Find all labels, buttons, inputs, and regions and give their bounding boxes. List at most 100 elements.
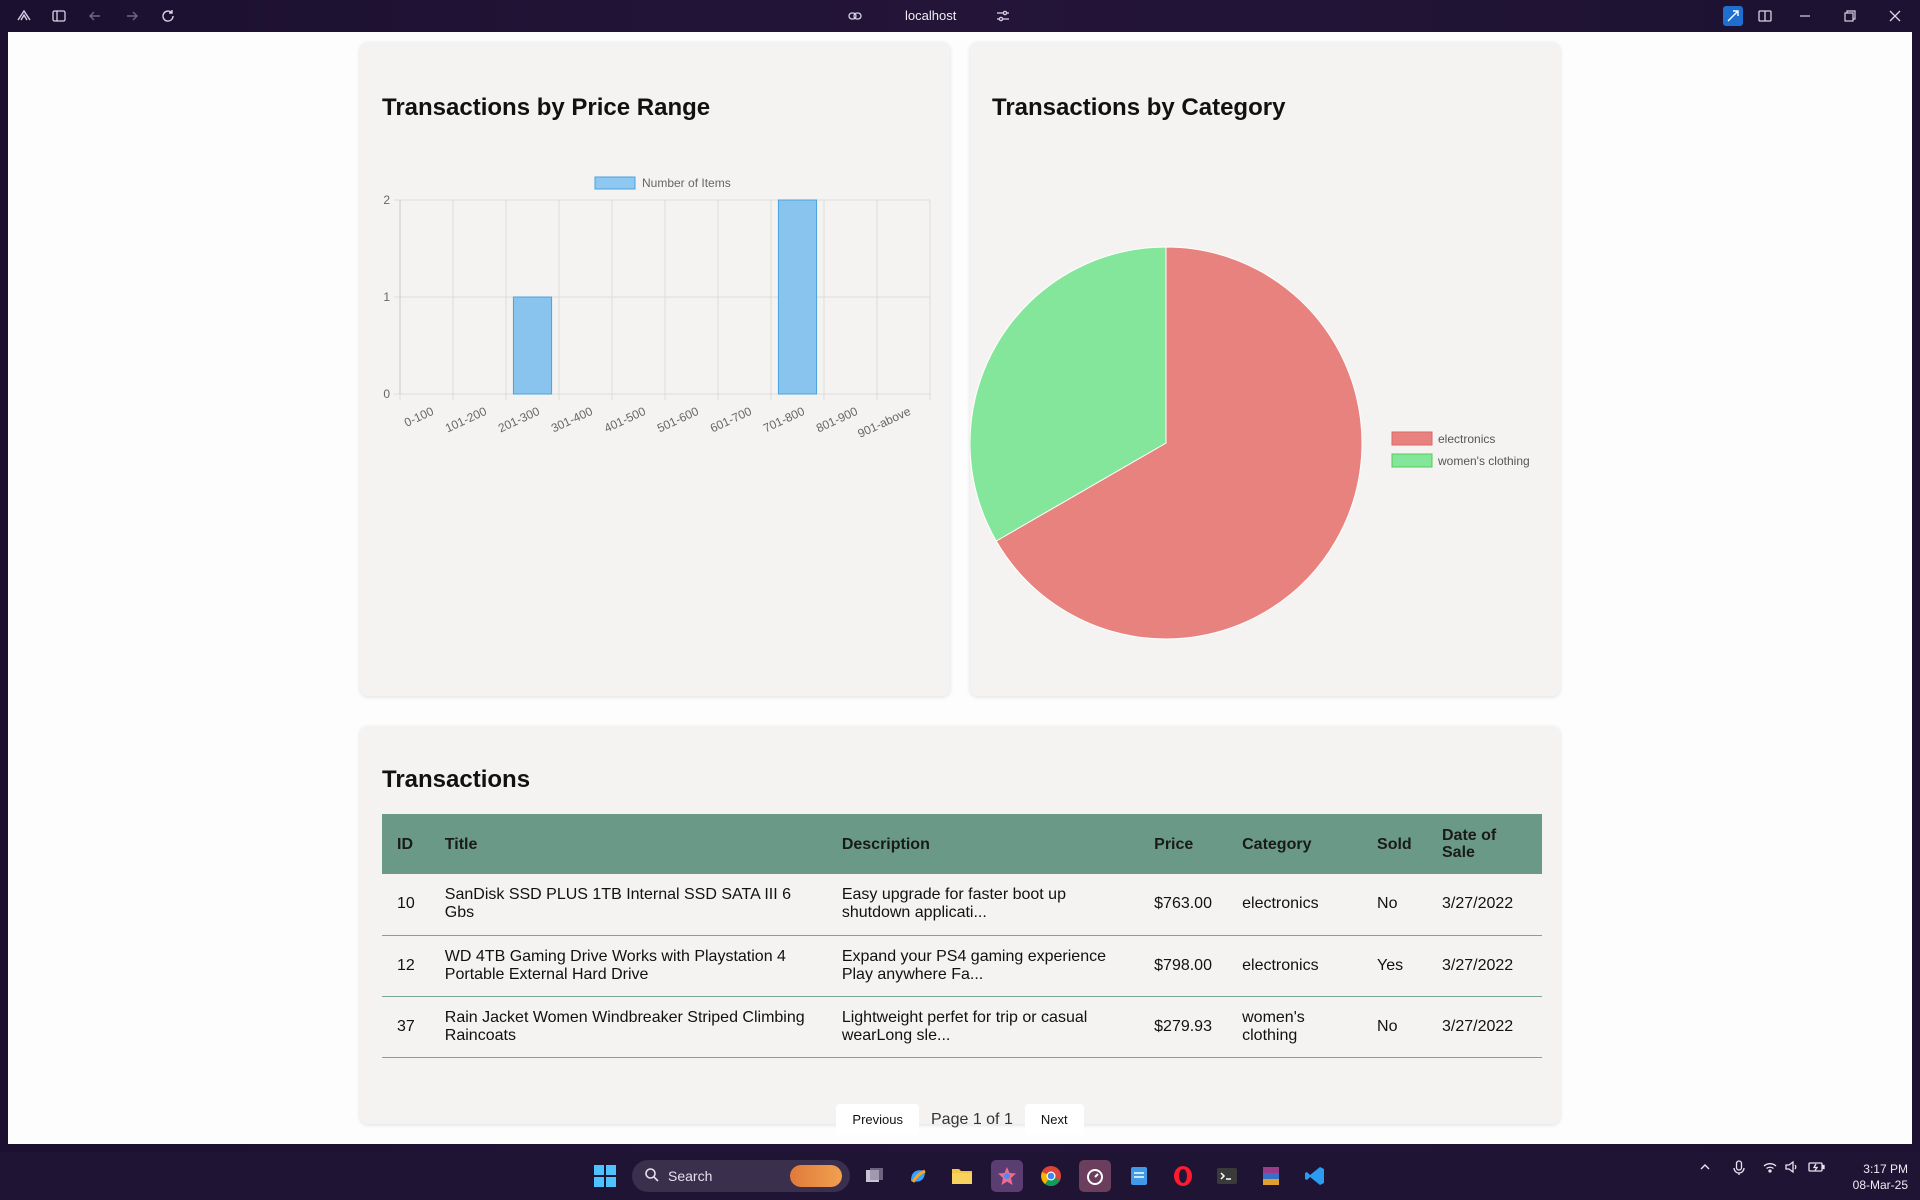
cell-category: women's clothing xyxy=(1227,996,1363,1058)
winrar-icon[interactable] xyxy=(1255,1160,1287,1192)
x-tick-label: 301-400 xyxy=(549,404,595,435)
task-view-icon[interactable] xyxy=(858,1160,890,1192)
browser-logo-icon[interactable] xyxy=(14,6,34,26)
cell-date: 3/27/2022 xyxy=(1427,874,1542,936)
table-row: 10 SanDisk SSD PLUS 1TB Internal SSD SAT… xyxy=(382,874,1542,936)
legend-swatch xyxy=(1391,453,1433,468)
timer-app-icon[interactable] xyxy=(1079,1160,1111,1192)
price-range-chart-card: Transactions by Price Range Number of It… xyxy=(360,42,950,696)
cell-id: 12 xyxy=(382,935,430,997)
transactions-table: ID Title Description Price Category Sold… xyxy=(382,814,1542,1058)
cell-category: electronics xyxy=(1227,874,1363,936)
pagination: Previous Page 1 of 1 Next xyxy=(360,1104,1560,1135)
column-header-price: Price xyxy=(1154,835,1194,853)
column-header-description: Description xyxy=(841,835,930,853)
split-view-icon[interactable] xyxy=(1755,6,1775,26)
copilot-icon[interactable] xyxy=(902,1160,934,1192)
minimize-icon[interactable] xyxy=(1795,6,1815,26)
category-pie-chart: electronics women's clothing xyxy=(970,246,1530,640)
cell-id: 37 xyxy=(382,996,430,1058)
vscode-icon[interactable] xyxy=(1299,1160,1331,1192)
y-tick-label: 1 xyxy=(383,290,390,304)
cell-date: 3/27/2022 xyxy=(1427,996,1542,1058)
chevron-up-icon[interactable] xyxy=(1698,1160,1712,1177)
cell-description: Easy upgrade for faster boot up shutdown… xyxy=(826,874,1140,936)
search-highlight-image xyxy=(790,1165,842,1187)
site-info-icon[interactable] xyxy=(845,6,865,26)
address-bar-url[interactable]: localhost xyxy=(905,8,956,23)
price-range-chart-title: Transactions by Price Range xyxy=(382,94,711,121)
x-tick-label: 201-300 xyxy=(496,404,542,435)
terminal-icon[interactable] xyxy=(1211,1160,1243,1192)
cell-date: 3/27/2022 xyxy=(1427,935,1542,997)
y-tick-label: 2 xyxy=(383,193,390,207)
opera-icon[interactable] xyxy=(1167,1160,1199,1192)
bar xyxy=(512,296,553,395)
microphone-icon[interactable] xyxy=(1732,1160,1746,1179)
cell-price: $279.93 xyxy=(1139,996,1228,1058)
cell-title: Rain Jacket Women Windbreaker Striped Cl… xyxy=(429,996,827,1058)
cell-description: Lightweight perfet for trip or casual we… xyxy=(826,996,1140,1058)
page-settings-icon[interactable] xyxy=(993,6,1013,26)
transactions-title: Transactions xyxy=(382,766,531,793)
category-chart-card: Transactions by Category electronics wome… xyxy=(970,42,1560,696)
file-explorer-icon[interactable] xyxy=(946,1160,978,1192)
x-tick-label: 401-500 xyxy=(602,404,648,435)
x-tick-label: 501-600 xyxy=(655,404,701,435)
reload-icon[interactable] xyxy=(158,6,178,26)
taskbar: Search 3:17 PM 08-Mar-25 xyxy=(0,1152,1920,1200)
table-row: 37 Rain Jacket Women Windbreaker Striped… xyxy=(382,996,1542,1058)
next-page-button[interactable]: Next xyxy=(1024,1104,1084,1135)
legend-label: Number of Items xyxy=(642,176,731,190)
bar xyxy=(777,199,818,395)
x-tick-label: 601-700 xyxy=(708,404,754,435)
search-label: Search xyxy=(668,1168,713,1184)
back-icon[interactable] xyxy=(85,6,105,26)
sidebar-toggle-icon[interactable] xyxy=(49,6,69,26)
browser-app-icon[interactable] xyxy=(991,1160,1023,1192)
cell-sold: Yes xyxy=(1362,935,1427,997)
page-viewport: Transactions by Price Range Number of It… xyxy=(8,32,1912,1144)
chrome-icon[interactable] xyxy=(1035,1160,1067,1192)
cell-sold: No xyxy=(1362,874,1427,936)
cell-title: SanDisk SSD PLUS 1TB Internal SSD SATA I… xyxy=(429,874,827,936)
legend-label: women's clothing xyxy=(1437,454,1530,468)
legend-swatch xyxy=(1391,431,1433,446)
system-clock[interactable]: 3:17 PM 08-Mar-25 xyxy=(1838,1161,1908,1193)
cell-id: 10 xyxy=(382,874,430,936)
cell-title: WD 4TB Gaming Drive Works with Playstati… xyxy=(429,935,827,997)
category-chart-title: Transactions by Category xyxy=(992,94,1286,121)
previous-page-button[interactable]: Previous xyxy=(836,1104,919,1135)
cell-price: $763.00 xyxy=(1139,874,1228,936)
search-icon xyxy=(644,1167,660,1186)
cell-description: Expand your PS4 gaming experience Play a… xyxy=(826,935,1140,997)
x-tick-label: 701-800 xyxy=(761,404,807,435)
forward-icon[interactable] xyxy=(122,6,142,26)
start-menu-icon[interactable] xyxy=(589,1160,621,1192)
wifi-icon[interactable] xyxy=(1762,1160,1778,1177)
battery-icon[interactable] xyxy=(1808,1160,1826,1177)
column-header-category: Category xyxy=(1242,835,1312,853)
cell-price: $798.00 xyxy=(1139,935,1228,997)
browser-titlebar: localhost xyxy=(0,0,1920,32)
y-tick-label: 0 xyxy=(383,387,390,401)
legend-swatch xyxy=(594,176,636,190)
column-header-id: ID xyxy=(397,835,413,853)
cell-sold: No xyxy=(1362,996,1427,1058)
close-icon[interactable] xyxy=(1885,6,1905,26)
extension-icon[interactable] xyxy=(1723,6,1743,26)
x-tick-label: 0-100 xyxy=(402,404,436,430)
restore-icon[interactable] xyxy=(1840,6,1860,26)
volume-icon[interactable] xyxy=(1784,1160,1800,1177)
clock-time: 3:17 PM xyxy=(1863,1162,1908,1176)
column-header-sold: Sold xyxy=(1377,835,1412,853)
column-header-date: Date of Sale xyxy=(1442,827,1497,861)
notepad-icon[interactable] xyxy=(1123,1160,1155,1192)
transactions-card: Transactions ID Title Description Price … xyxy=(360,726,1560,1135)
clock-date: 08-Mar-25 xyxy=(1852,1178,1908,1192)
table-row: 12 WD 4TB Gaming Drive Works with Playst… xyxy=(382,935,1542,997)
table-header-row: ID Title Description Price Category Sold… xyxy=(382,814,1542,874)
price-range-bar-chart: Number of Items 0 1 2 0-100 101-200 201-300 301… xyxy=(383,176,931,441)
legend-label: electronics xyxy=(1438,432,1495,446)
taskbar-search[interactable]: Search xyxy=(632,1160,850,1192)
